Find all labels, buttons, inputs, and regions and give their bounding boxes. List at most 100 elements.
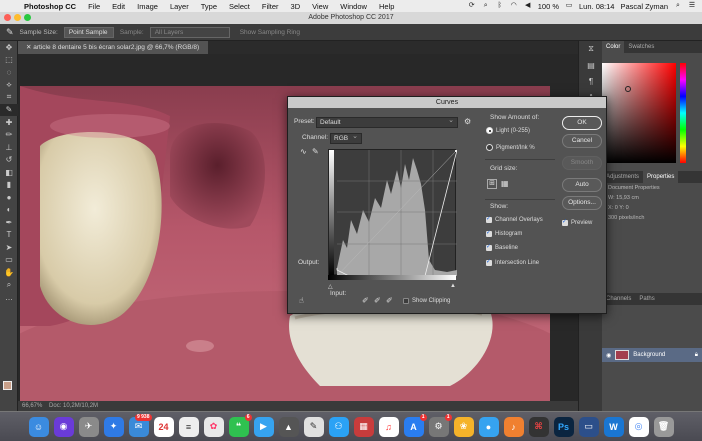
notes-icon[interactable]: ≡ — [178, 416, 199, 437]
pigment-radio-dot[interactable] — [486, 144, 493, 151]
menu-select[interactable]: Select — [223, 2, 256, 11]
tab-swatches[interactable]: Swatches — [624, 41, 658, 53]
paragraph-panel-icon[interactable]: ¶ — [579, 73, 603, 89]
calendar-icon[interactable]: 24 — [153, 416, 174, 437]
close-icon[interactable] — [4, 14, 11, 21]
shape-tool-icon[interactable]: ▭ — [0, 254, 18, 267]
textedit-icon[interactable]: ✎ — [303, 416, 324, 437]
menu-app[interactable]: Photoshop CC — [18, 2, 82, 11]
chrome-icon[interactable]: ◎ — [628, 416, 649, 437]
preview-box[interactable] — [562, 218, 568, 226]
spotlight-icon[interactable]: ⌕ — [674, 2, 682, 10]
garageband-icon[interactable]: ♪ — [503, 416, 524, 437]
intersection-line-checkbox[interactable]: Intersection Line — [486, 258, 539, 266]
minimize-icon[interactable] — [14, 14, 21, 21]
show-clipping-box[interactable] — [403, 298, 409, 304]
dodge-tool-icon[interactable]: ◐ — [0, 204, 18, 217]
light-radio-dot[interactable] — [486, 127, 493, 134]
menu-file[interactable]: File — [82, 2, 106, 11]
history-panel-icon[interactable]: ⧖ — [579, 41, 603, 57]
baseline-checkbox[interactable]: Baseline — [486, 243, 518, 251]
tab-adjustments[interactable]: Adjustments — [602, 171, 643, 183]
black-eyedropper-icon[interactable]: ✐ — [362, 296, 369, 305]
channel-overlays-checkbox[interactable]: Channel Overlays — [486, 215, 543, 223]
photos-app-icon[interactable]: ❀ — [453, 416, 474, 437]
chat-icon[interactable]: ● — [478, 416, 499, 437]
histogram-box[interactable] — [486, 229, 492, 237]
photo-booth-icon[interactable]: ▦ — [353, 416, 374, 437]
search-icon[interactable]: ⌕ — [482, 2, 490, 10]
brush-panel-icon[interactable]: ▤ — [579, 57, 603, 73]
preset-options-gear-icon[interactable]: ⚙ — [464, 117, 471, 126]
move-tool-icon[interactable]: ✥ — [0, 41, 18, 54]
history-brush-icon[interactable]: ↺ — [0, 154, 18, 167]
safari-icon[interactable]: ✦ — [103, 416, 124, 437]
bluetooth-icon[interactable]: ᛒ — [496, 2, 504, 10]
foreground-color-swatch[interactable] — [3, 381, 12, 390]
curve-points-icon[interactable]: ∿ — [300, 147, 307, 156]
intersection-line-box[interactable] — [486, 258, 492, 266]
white-point-slider-icon[interactable]: ▲ — [450, 283, 456, 289]
more-tools-icon[interactable]: … — [0, 291, 18, 304]
brush-tool-icon[interactable]: ✏ — [0, 129, 18, 142]
crop-tool-icon[interactable]: ⌗ — [0, 91, 18, 104]
menu-layer[interactable]: Layer — [164, 2, 195, 11]
clock[interactable]: Lun. 08:14 — [579, 2, 614, 11]
menu-edit[interactable]: Edit — [106, 2, 131, 11]
type-tool-icon[interactable]: T — [0, 229, 18, 242]
show-clipping-checkbox[interactable]: Show Clipping — [403, 298, 450, 304]
hue-slider[interactable] — [680, 63, 686, 163]
system-preferences-icon[interactable]: ⚙ 1 — [428, 413, 452, 437]
baseline-box[interactable] — [486, 243, 492, 251]
document-tab[interactable]: ✕ article 8 dentaire 5 bis écran solar2.… — [18, 41, 208, 54]
tab-channels[interactable]: Channels — [602, 293, 635, 305]
messages-icon[interactable]: ❝ 6 — [228, 413, 252, 437]
menu-image[interactable]: Image — [131, 2, 164, 11]
preset-select[interactable]: Default — [316, 116, 458, 128]
menu-3d[interactable]: 3D — [285, 2, 307, 11]
zoom-icon[interactable] — [24, 14, 31, 21]
channel-overlays-box[interactable] — [486, 215, 492, 223]
detailed-grid-icon[interactable]: ▦ — [501, 179, 509, 188]
preview-checkbox[interactable]: Preview — [562, 218, 592, 226]
pen-tool-icon[interactable]: ✒ — [0, 216, 18, 229]
list-icon[interactable]: ☰ — [688, 2, 696, 10]
zoom-tool-icon[interactable]: ⌕ — [0, 279, 18, 292]
simple-grid-icon[interactable]: ⊞ — [487, 179, 497, 189]
wifi-icon[interactable]: ◠ — [510, 2, 518, 10]
marquee-tool-icon[interactable]: ⬚ — [0, 54, 18, 67]
quick-select-tool-icon[interactable]: ⟡ — [0, 79, 18, 92]
gray-eyedropper-icon[interactable]: ✐ — [374, 296, 381, 305]
curves-graph[interactable] — [328, 149, 458, 277]
auto-button[interactable]: Auto — [562, 178, 602, 192]
layer-row[interactable]: ◉ Background 🔒︎ — [602, 348, 702, 362]
hand-tool-icon[interactable]: ✋ — [0, 266, 18, 279]
visibility-eye-icon[interactable]: ◉ — [606, 352, 611, 359]
sync-icon[interactable]: ⟳ — [468, 2, 476, 10]
menu-view[interactable]: View — [306, 2, 334, 11]
black-point-slider-icon[interactable]: △ — [328, 283, 333, 290]
cancel-button[interactable]: Cancel — [562, 134, 602, 148]
volume-icon[interactable]: ◀ — [524, 2, 532, 10]
sampling-ring-checkbox[interactable]: Show Sampling Ring — [236, 28, 304, 37]
appstore-icon[interactable]: A1 — [403, 413, 427, 437]
keynote-icon[interactable]: ▲ — [278, 416, 299, 437]
lasso-tool-icon[interactable]: ◌ — [0, 66, 18, 79]
finder-icon[interactable]: ☺ — [28, 416, 49, 437]
photos-icon[interactable]: ✿ — [203, 416, 224, 437]
siri-icon[interactable]: ◉ — [53, 416, 74, 437]
menu-window[interactable]: Window — [334, 2, 373, 11]
preview-icon[interactable]: ⚇ — [328, 416, 349, 437]
stamp-tool-icon[interactable]: ⊥ — [0, 141, 18, 154]
menu-type[interactable]: Type — [195, 2, 223, 11]
ok-button[interactable]: OK — [562, 116, 602, 130]
path-select-icon[interactable]: ➤ — [0, 241, 18, 254]
tab-paths[interactable]: Paths — [635, 293, 658, 305]
eyedropper-icon[interactable]: ✎ — [6, 27, 14, 38]
tab-properties[interactable]: Properties — [643, 171, 679, 183]
histogram-checkbox[interactable]: Histogram — [486, 229, 522, 237]
eraser-tool-icon[interactable]: ◧ — [0, 166, 18, 179]
launchpad-icon[interactable]: ✈ — [78, 416, 99, 437]
user-name[interactable]: Pascal Zyman — [620, 2, 668, 11]
smooth-button[interactable]: Smooth — [562, 156, 602, 170]
